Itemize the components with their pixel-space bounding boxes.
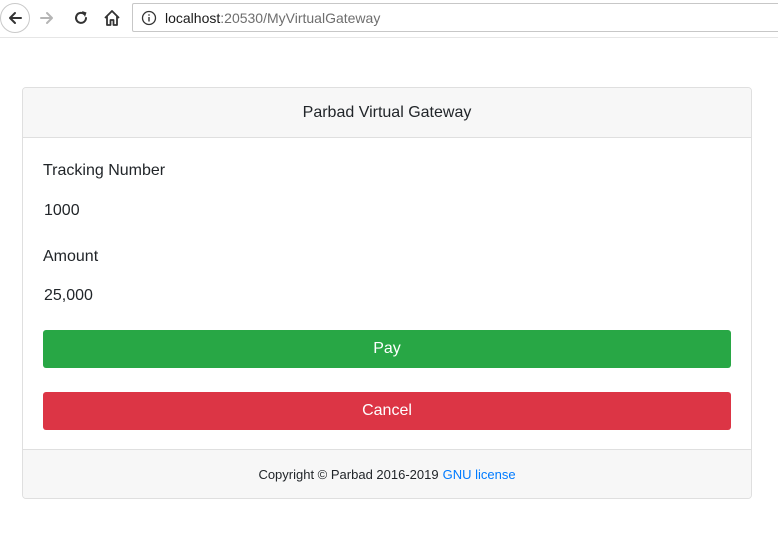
url-text[interactable]: localhost:20530/MyVirtualGateway xyxy=(165,10,380,26)
gnu-license-link[interactable]: GNU license xyxy=(443,467,516,482)
arrow-left-icon xyxy=(9,12,22,24)
browser-toolbar: localhost:20530/MyVirtualGateway xyxy=(0,0,778,38)
cancel-button[interactable]: Cancel xyxy=(43,392,731,430)
home-icon xyxy=(104,10,120,26)
card-body: Tracking Number 1000 Amount 25,000 Pay C… xyxy=(23,138,751,450)
url-path: :20530/MyVirtualGateway xyxy=(220,9,381,26)
copyright-text: Copyright © Parbad 2016-2019 xyxy=(258,466,439,482)
tracking-number-value: 1000 xyxy=(44,202,80,219)
reload-button[interactable] xyxy=(66,3,96,33)
gateway-card: Parbad Virtual Gateway Tracking Number 1… xyxy=(22,87,752,499)
home-button[interactable] xyxy=(97,3,127,33)
arrow-right-icon xyxy=(40,12,53,24)
address-bar[interactable]: localhost:20530/MyVirtualGateway xyxy=(132,3,778,32)
tracking-number-label: Tracking Number xyxy=(43,162,166,179)
reload-icon xyxy=(75,11,87,24)
forward-button[interactable] xyxy=(32,3,62,33)
amount-label: Amount xyxy=(43,248,99,265)
back-button[interactable] xyxy=(0,3,30,33)
card-footer: Copyright © Parbad 2016-2019 GNU license xyxy=(23,449,751,498)
amount-value: 25,000 xyxy=(44,287,93,304)
url-host: localhost xyxy=(165,9,221,26)
pay-button[interactable]: Pay xyxy=(43,330,731,368)
info-icon[interactable] xyxy=(141,10,157,26)
card-title: Parbad Virtual Gateway xyxy=(23,88,751,138)
